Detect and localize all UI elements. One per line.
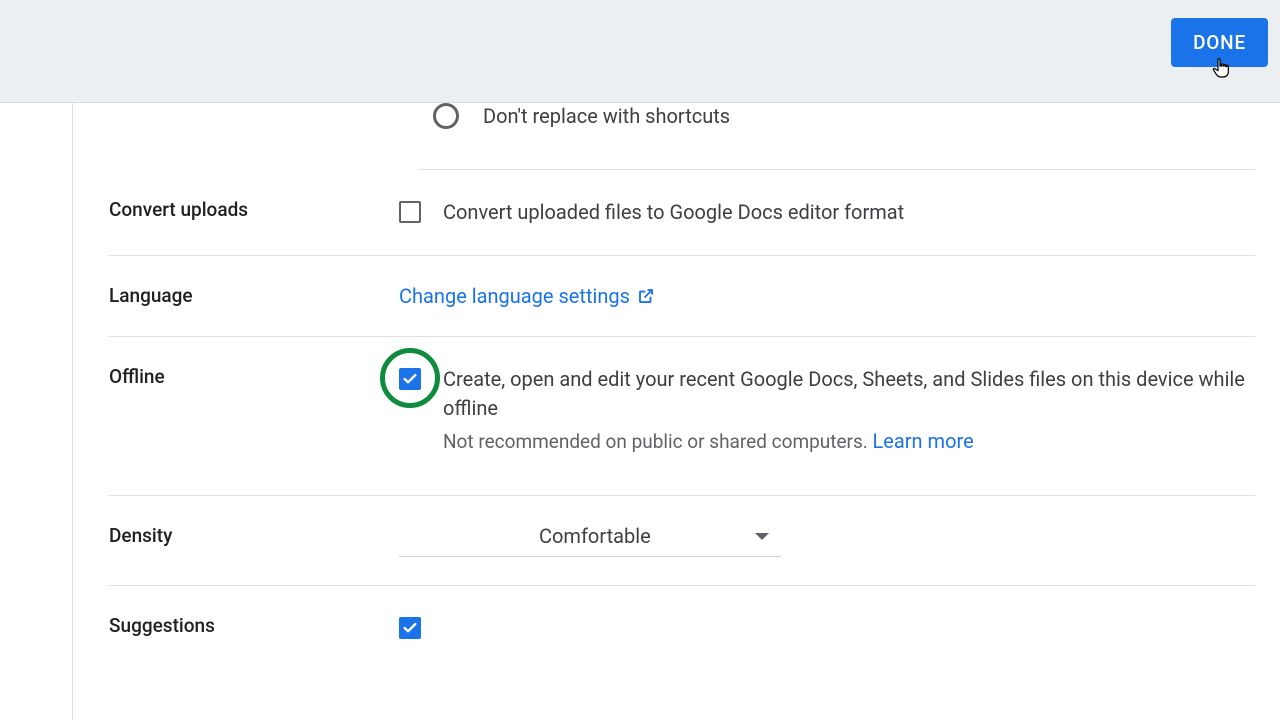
suggestions-section: Suggestions — [109, 586, 1255, 667]
convert-uploads-section: Convert uploads Convert uploaded files t… — [109, 170, 1255, 256]
settings-content: Don't replace with shortcuts Convert upl… — [72, 103, 1280, 720]
convert-uploads-checkbox-row: Convert uploaded files to Google Docs ed… — [399, 198, 1255, 227]
section-label-suggestions: Suggestions — [109, 614, 399, 637]
checkbox-checked-icon[interactable] — [399, 617, 421, 639]
section-label-language: Language — [109, 284, 399, 307]
checkbox-checked-icon[interactable] — [399, 368, 421, 390]
checkbox-unchecked-icon[interactable] — [399, 201, 421, 223]
density-value: Comfortable — [539, 524, 651, 548]
language-section: Language Change language settings — [109, 256, 1255, 337]
convert-uploads-checkbox-label: Convert uploaded files to Google Docs ed… — [443, 198, 904, 227]
language-link-text: Change language settings — [399, 284, 630, 308]
radio-unchecked-icon[interactable] — [433, 103, 459, 129]
chevron-down-icon — [755, 533, 769, 540]
offline-checkbox-label: Create, open and edit your recent Google… — [443, 365, 1255, 423]
change-language-link[interactable]: Change language settings — [399, 284, 655, 308]
section-label-offline: Offline — [109, 365, 399, 388]
density-section: Density Comfortable — [109, 496, 1255, 586]
section-label-convert: Convert uploads — [109, 198, 399, 221]
offline-hint-text: Not recommended on public or shared comp… — [443, 430, 873, 453]
offline-section: Offline Create, open and edit your recen… — [109, 337, 1255, 496]
offline-checkbox-row: Create, open and edit your recent Google… — [399, 365, 1255, 423]
shortcuts-radio-row: Don't replace with shortcuts — [419, 103, 1255, 170]
suggestions-checkbox-row — [399, 614, 1255, 639]
external-link-icon — [637, 287, 655, 305]
radio-label: Don't replace with shortcuts — [483, 104, 730, 128]
offline-hint: Not recommended on public or shared comp… — [443, 429, 1255, 453]
done-button[interactable]: DONE — [1171, 18, 1268, 67]
density-dropdown[interactable]: Comfortable — [399, 524, 781, 557]
settings-header: DONE — [0, 0, 1280, 103]
section-label-density: Density — [109, 524, 399, 547]
learn-more-link[interactable]: Learn more — [873, 429, 974, 453]
